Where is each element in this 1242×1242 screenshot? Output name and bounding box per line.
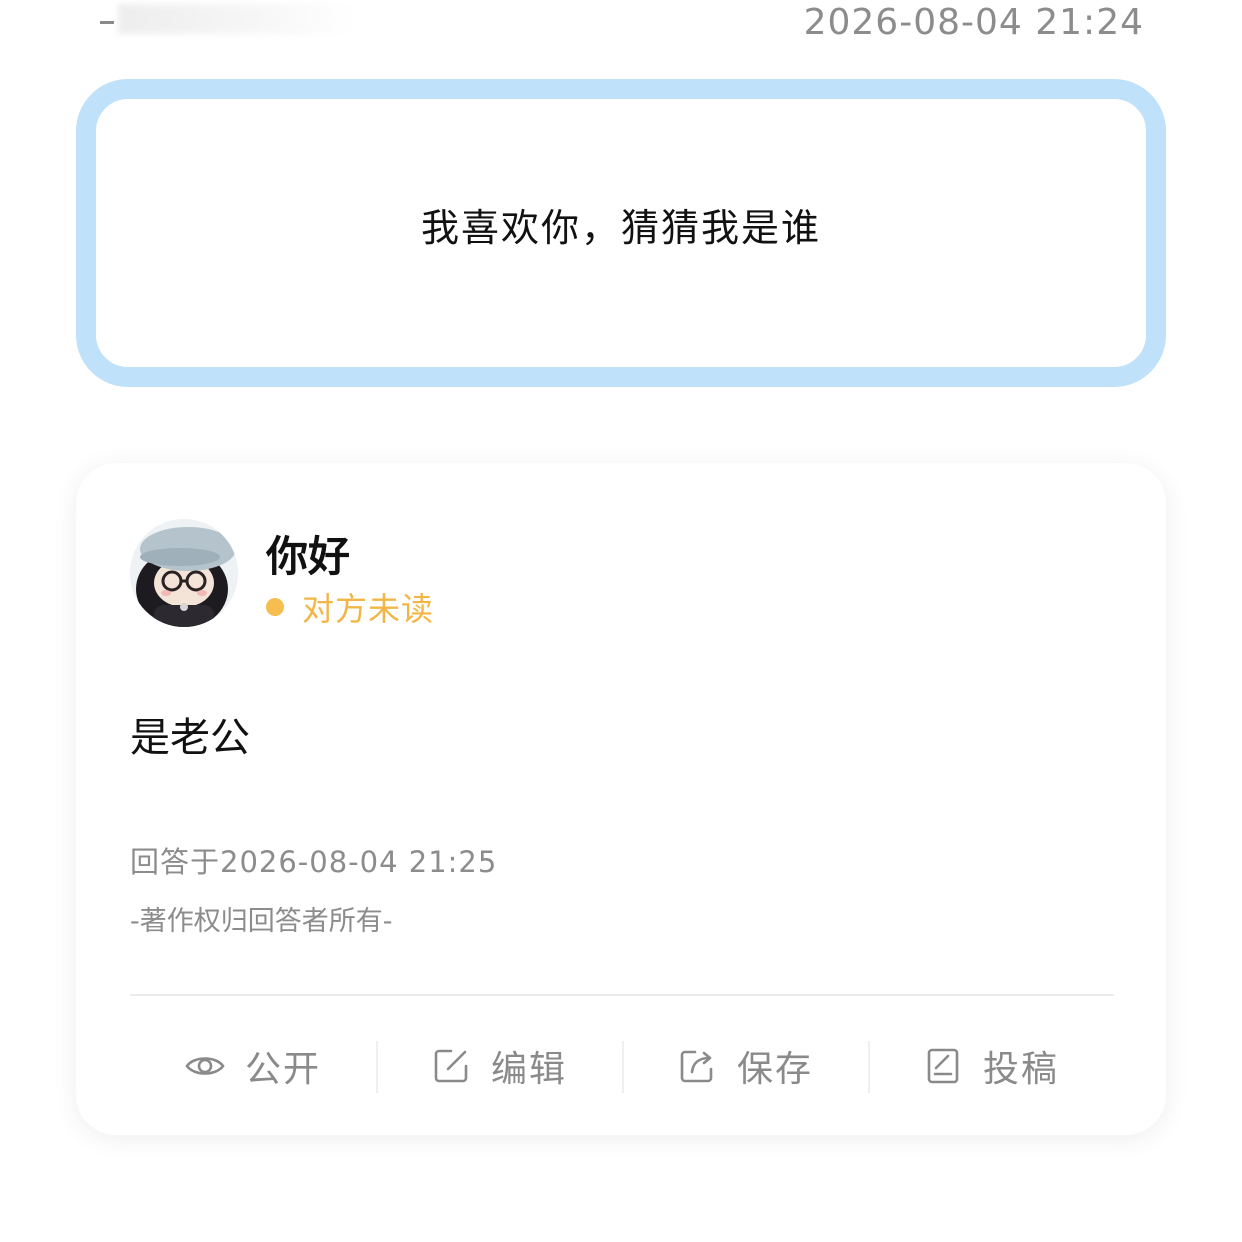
page: 2026-08-04 21:24 我喜欢你，猜猜我是谁 你好 对方未读 是老公 … — [0, 0, 1242, 1242]
avatar-image — [130, 519, 238, 627]
status-text: 对方未读 — [302, 590, 435, 628]
document-icon — [923, 1046, 963, 1086]
question-timestamp: 2026-08-04 21:24 — [803, 2, 1144, 43]
edit-label: 编辑 — [490, 1049, 567, 1090]
eye-icon — [185, 1046, 225, 1086]
save-button[interactable]: 保存 — [622, 1033, 868, 1099]
edit-button[interactable]: 编辑 — [376, 1033, 622, 1099]
avatar[interactable] — [130, 519, 238, 627]
edit-icon — [431, 1046, 471, 1086]
copyright-note: -著作权归回答者所有- — [130, 906, 393, 937]
answer-content: 是老公 — [130, 715, 250, 761]
public-button[interactable]: 公开 — [130, 1033, 376, 1099]
share-icon — [677, 1046, 717, 1086]
answered-at: 回答于2026-08-04 21:25 — [130, 845, 498, 879]
answerer-nickname: 你好 — [266, 532, 351, 581]
question-card: 我喜欢你，猜猜我是谁 — [76, 79, 1166, 387]
public-label: 公开 — [244, 1049, 321, 1090]
save-label: 保存 — [736, 1049, 813, 1090]
status-dot-icon — [266, 598, 284, 616]
action-bar: 公开 编辑 保存 投稿 — [130, 1033, 1114, 1099]
question-text: 我喜欢你，猜猜我是谁 — [420, 205, 821, 250]
read-status: 对方未读 — [266, 587, 435, 628]
submit-label: 投稿 — [982, 1049, 1059, 1090]
header-left-faded-content — [100, 0, 368, 40]
answer-card: 你好 对方未读 是老公 回答于2026-08-04 21:25 -著作权归回答者… — [76, 463, 1166, 1135]
dash-mark — [100, 21, 114, 24]
faded-text-placeholder — [118, 4, 358, 34]
submit-button[interactable]: 投稿 — [868, 1033, 1114, 1099]
divider — [130, 994, 1114, 996]
